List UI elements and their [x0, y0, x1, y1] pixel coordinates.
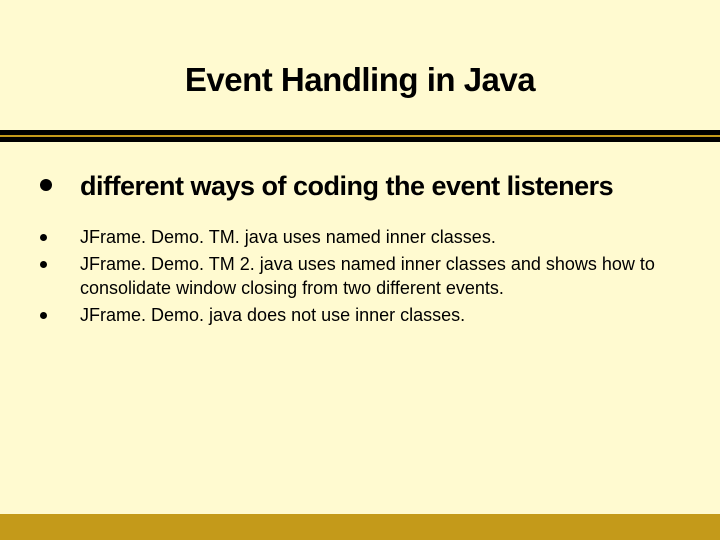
bullet-icon — [40, 179, 52, 191]
sub-bullet-item: JFrame. Demo. TM 2. java uses named inne… — [40, 253, 680, 300]
bullet-icon — [40, 261, 47, 268]
divider — [0, 130, 720, 142]
title-band: Event Handling in Java — [0, 0, 720, 130]
main-bullet-item: different ways of coding the event liste… — [40, 170, 680, 204]
sub-point-text: JFrame. Demo. TM. java uses named inner … — [80, 226, 496, 249]
sub-bullet-item: JFrame. Demo. java does not use inner cl… — [40, 304, 680, 327]
sub-point-text: JFrame. Demo. java does not use inner cl… — [80, 304, 465, 327]
bullet-icon — [40, 234, 47, 241]
slide-title: Event Handling in Java — [185, 61, 535, 99]
content-band: different ways of coding the event liste… — [0, 142, 720, 514]
sub-bullet-item: JFrame. Demo. TM. java uses named inner … — [40, 226, 680, 249]
bullet-icon — [40, 312, 47, 319]
main-point-text: different ways of coding the event liste… — [80, 170, 613, 204]
sub-point-text: JFrame. Demo. TM 2. java uses named inne… — [80, 253, 680, 300]
